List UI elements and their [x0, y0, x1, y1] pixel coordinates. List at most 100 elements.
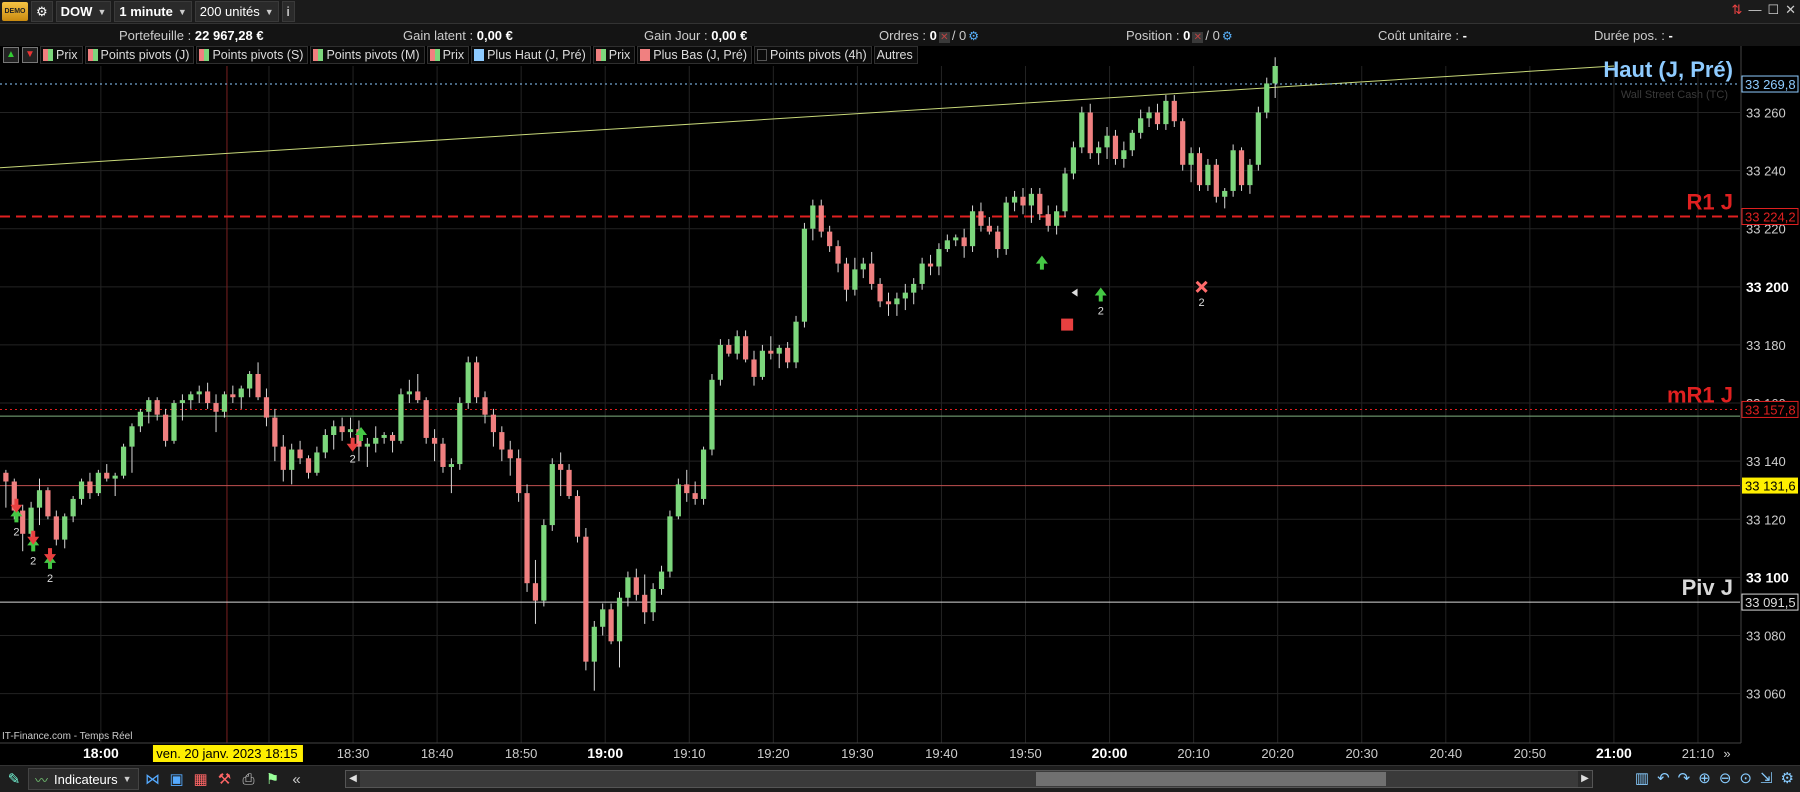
candle-body	[381, 435, 387, 438]
legend-item[interactable]: Prix	[592, 46, 636, 64]
legend-item[interactable]: Points pivots (4h)	[754, 46, 872, 64]
indicators-button[interactable]: 〰 Indicateurs ▼	[28, 768, 139, 790]
candle-body	[1255, 112, 1261, 165]
candle-body	[1163, 100, 1169, 125]
position-info: Position : 0 ✕/ 0 ⚙	[1126, 28, 1233, 43]
gain-jour-value: 0,00 €	[711, 28, 748, 43]
candle	[95, 469, 101, 497]
legend-item[interactable]: Prix	[40, 46, 83, 64]
candle-body	[280, 446, 286, 470]
alert-icon[interactable]: ⚑	[263, 769, 283, 789]
candle-body	[793, 321, 799, 363]
candle-body	[667, 516, 673, 572]
expand-legend-icon[interactable]: ▲	[3, 47, 19, 63]
price-chart[interactable]: Wall Street Cash (TC) Haut (J, Pré) R1 J mR…	[0, 46, 1800, 765]
maximize-button[interactable]: ☐	[1767, 2, 1779, 18]
candle-body	[658, 571, 665, 590]
y-tick-label: 33 080	[1746, 628, 1786, 643]
legend-label: Plus Bas (J, Pré)	[653, 48, 748, 62]
units-selector[interactable]: 200 unités ▼	[194, 1, 279, 22]
legend-item[interactable]: Plus Bas (J, Pré)	[637, 46, 753, 64]
chat-icon[interactable]: ▣	[167, 769, 187, 789]
x-tick-label: 19:50	[1009, 746, 1042, 761]
legend-swatch	[757, 49, 768, 61]
minimize-button[interactable]: —	[1748, 2, 1761, 18]
screenshot-icon[interactable]: ⎙	[239, 769, 259, 789]
candle-body	[969, 211, 976, 247]
position-value: 0	[1183, 28, 1191, 43]
legend-item[interactable]: Autres	[873, 46, 918, 64]
candle-body	[692, 493, 698, 499]
gears-icon[interactable]: ⚙	[968, 29, 979, 43]
candle-body	[549, 464, 555, 526]
gears-icon[interactable]: ⚙	[1222, 29, 1233, 43]
info-button[interactable]: i	[281, 1, 295, 22]
horizontal-scrollbar[interactable]: ◀ ▶	[345, 770, 1593, 788]
candle-body	[700, 449, 707, 499]
candle-body	[112, 475, 118, 479]
candle-body	[961, 237, 967, 247]
scroll-right-icon[interactable]: ▶	[1578, 771, 1592, 787]
candle-body	[1062, 173, 1068, 212]
candle-body	[389, 435, 396, 441]
chart-settings-icon[interactable]: ⚙	[1781, 769, 1794, 787]
candle	[1062, 167, 1068, 218]
candle	[1264, 77, 1270, 119]
indicators-label: Indicateurs	[54, 771, 118, 787]
calculator-icon[interactable]: ▦	[191, 769, 211, 789]
scrollbar-thumb[interactable]	[1036, 772, 1386, 786]
close-position-icon[interactable]: ✕	[1192, 32, 1204, 43]
trade-marker-count: 2	[1098, 306, 1104, 318]
x-tick-label: 20:20	[1261, 746, 1294, 761]
candle-body	[616, 597, 623, 642]
scroll-left-icon[interactable]: ◀	[346, 771, 360, 787]
timeframe-selector[interactable]: 1 minute ▼	[114, 1, 192, 22]
chart-type-icon[interactable]: ▥	[1635, 769, 1649, 787]
candle-body	[785, 347, 791, 363]
legend-label: Points pivots (S)	[212, 48, 304, 62]
zoom-in-icon[interactable]: ⊕	[1698, 769, 1711, 787]
candle-body	[1037, 193, 1043, 215]
instrument-selector[interactable]: DOW ▼	[55, 1, 112, 22]
candle-body	[1079, 112, 1085, 148]
legend-item[interactable]: Points pivots (S)	[196, 46, 309, 64]
legend-item[interactable]: Points pivots (M)	[310, 46, 425, 64]
swap-icon[interactable]: ⇅	[1732, 2, 1743, 18]
y-tick-label: 33 060	[1746, 687, 1786, 702]
chevron-down-icon: ▼	[122, 774, 132, 784]
candle-body	[827, 231, 833, 247]
redo-icon[interactable]: ↷	[1678, 769, 1691, 787]
candle-body	[179, 400, 186, 404]
legend-item[interactable]: Points pivots (J)	[84, 46, 195, 64]
gain-jour-label: Gain Jour :	[644, 28, 708, 43]
pencil-icon[interactable]: ✎	[4, 769, 24, 789]
candle	[465, 356, 471, 409]
level-tag-value: 33 157,8	[1745, 402, 1796, 417]
collapse-legend-icon[interactable]: ▼	[22, 47, 38, 63]
candle-body	[751, 359, 757, 377]
tools-icon[interactable]: ⚒	[215, 769, 235, 789]
candle-body	[448, 464, 454, 467]
close-button[interactable]: ✕	[1785, 2, 1796, 18]
autoscale-icon[interactable]: ⇲	[1760, 769, 1773, 787]
legend-item[interactable]: Prix	[426, 46, 470, 64]
candle-body	[852, 269, 858, 290]
undo-icon[interactable]: ↶	[1657, 769, 1670, 787]
indicator-legend: ▲ ▼ Prix Points pivots (J) Points pivots (…	[0, 46, 918, 64]
indicators-icon: 〰	[35, 772, 49, 788]
candle	[1003, 196, 1009, 255]
candle-body	[1028, 193, 1034, 206]
level-tag-value: 33 091,5	[1745, 595, 1796, 610]
cancel-orders-icon[interactable]: ✕	[938, 32, 950, 43]
candle	[793, 315, 799, 369]
zoom-out-icon[interactable]: ⊖	[1719, 769, 1732, 787]
scroll-back-icon[interactable]: «	[287, 769, 307, 789]
share-icon[interactable]: ⋈	[143, 769, 163, 789]
candle-body	[490, 414, 497, 433]
candle-body	[1222, 190, 1228, 197]
zoom-reset-icon[interactable]: ⊙	[1739, 769, 1752, 787]
candle-body	[36, 490, 43, 508]
settings-icon[interactable]: ⚙	[31, 1, 53, 22]
legend-item[interactable]: Plus Haut (J, Pré)	[471, 46, 591, 64]
candle-body	[759, 350, 766, 377]
